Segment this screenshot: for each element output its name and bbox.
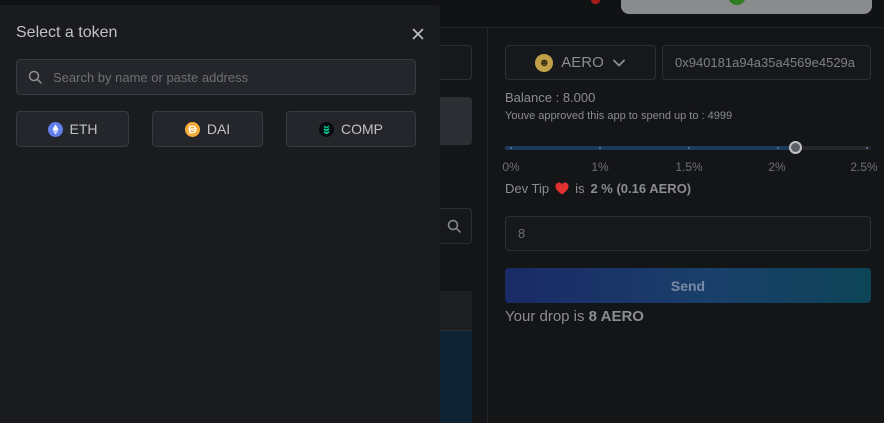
balance-text: Balance : 8.000 xyxy=(505,90,596,105)
token-address-input[interactable]: 0x940181a94a35a4569e4529a xyxy=(662,45,871,80)
comp-icon xyxy=(319,121,334,137)
slider-mark xyxy=(510,147,512,149)
dev-tip-slider[interactable] xyxy=(505,141,871,154)
token-select-label: AERO xyxy=(561,54,604,71)
token-address-value: 0x940181a94a35a4569e4529a xyxy=(675,55,856,70)
token-symbol: COMP xyxy=(341,121,383,137)
search-icon xyxy=(28,70,42,84)
slider-thumb[interactable] xyxy=(788,141,802,154)
chevron-down-icon xyxy=(612,59,625,66)
dev-tip-value: 2 % (0.16 AERO) xyxy=(590,181,692,196)
wallet-button[interactable] xyxy=(621,0,872,14)
slider-label-0: 0% xyxy=(502,160,520,174)
close-icon xyxy=(412,28,424,40)
token-button-eth[interactable]: ETH xyxy=(16,111,129,147)
slider-mark xyxy=(777,147,779,149)
heart-icon xyxy=(555,182,569,195)
slider-label-2: 2% xyxy=(768,160,786,174)
token-button-dai[interactable]: DAI xyxy=(152,111,263,147)
token-symbol: ETH xyxy=(69,121,98,137)
token-button-comp[interactable]: COMP xyxy=(286,111,416,147)
approval-text: Youve approved this app to spend up to :… xyxy=(505,110,733,122)
slider-label-1-5: 1.5% xyxy=(675,160,703,174)
send-button[interactable]: Send xyxy=(505,268,871,303)
slider-mark xyxy=(688,147,690,149)
amount-input[interactable]: 8 xyxy=(505,216,871,251)
dev-tip-prefix: Dev Tip xyxy=(505,181,550,196)
slider-fill xyxy=(505,146,795,150)
slider-mark xyxy=(599,147,601,149)
eth-icon xyxy=(47,121,63,137)
token-symbol: DAI xyxy=(206,121,231,137)
drawer-title: Select a token xyxy=(16,24,118,41)
token-search-input[interactable] xyxy=(53,69,393,85)
aero-icon: ☻ xyxy=(535,53,554,72)
dev-tip-middle: is xyxy=(575,181,585,196)
token-search-field[interactable] xyxy=(16,59,416,95)
slider-label-1: 1% xyxy=(591,160,609,174)
search-icon xyxy=(447,219,461,233)
select-token-drawer: Select a token ETH DAI xyxy=(0,5,440,423)
drop-summary: Your drop is 8 AERO xyxy=(505,308,644,325)
drop-summary-prefix: Your drop is xyxy=(505,308,585,325)
dev-tip-text: Dev Tip is 2 % (0.16 AERO) xyxy=(505,181,691,196)
amount-value: 8 xyxy=(518,226,526,241)
drop-summary-value: 8 AERO xyxy=(588,308,644,325)
slider-mark xyxy=(866,147,868,149)
slider-label-2-5: 2.5% xyxy=(850,160,878,174)
close-button[interactable] xyxy=(406,22,430,46)
token-select[interactable]: ☻ AERO xyxy=(505,45,656,80)
dai-icon xyxy=(184,121,200,137)
